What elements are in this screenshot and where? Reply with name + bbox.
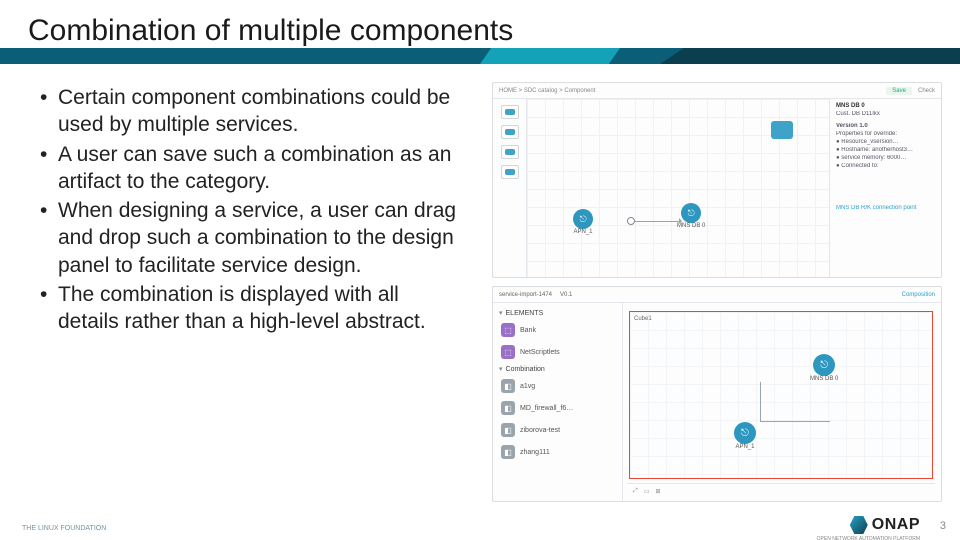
service-version: V0.1 bbox=[560, 292, 572, 298]
canvas-node-db[interactable]: ⎋ MNS DB 0 bbox=[677, 203, 705, 229]
bullet-item: The combination is displayed with all de… bbox=[40, 281, 460, 336]
sidebar-item-label: zhang111 bbox=[520, 449, 550, 456]
palette-item[interactable] bbox=[501, 105, 519, 119]
chevron-down-icon: ▾ bbox=[499, 365, 503, 373]
chevron-down-icon: ▾ bbox=[499, 309, 503, 317]
palette-item[interactable] bbox=[501, 165, 519, 179]
composition-canvas[interactable]: Cube1 ⎋ MNS DB 0 ⎋ APN_1 bbox=[629, 311, 933, 479]
service-name: service-import-1474 bbox=[499, 292, 552, 298]
sidebar-item[interactable]: ◧ ziborova-test bbox=[499, 421, 616, 439]
node-label: MNS DB 0 bbox=[677, 223, 705, 229]
sidebar-item-label: a1vg bbox=[520, 383, 535, 390]
sidebar-item-label: Bank bbox=[520, 327, 536, 334]
footer-left-caption: THE LINUX FOUNDATION bbox=[22, 525, 106, 532]
slide: Combination of multiple components Certa… bbox=[0, 0, 960, 540]
sidebar-group-header[interactable]: ▾Combination bbox=[499, 365, 616, 373]
screenshots-region: HOME > SDC catalog > Component Save Chec… bbox=[492, 82, 942, 502]
save-button[interactable]: Save bbox=[886, 87, 912, 95]
bullet-item: A user can save such a combination as an… bbox=[40, 141, 460, 196]
properties-panel: MNS DB 0 Cust. DB D11Ikx Version 1.0 Pro… bbox=[829, 99, 941, 277]
panel-row: ● service memory: 6000… bbox=[836, 155, 935, 161]
database-icon bbox=[771, 121, 793, 139]
node-label: APN_1 bbox=[573, 229, 592, 235]
vnf-icon: ⎋ bbox=[734, 422, 756, 444]
element-icon: ◧ bbox=[501, 445, 515, 459]
sidebar-item[interactable]: ◧ a1vg bbox=[499, 377, 616, 395]
onap-logo-text: ONAP bbox=[872, 516, 920, 534]
panel-row: Properties for override: bbox=[836, 131, 935, 137]
vnf-icon: ⎋ bbox=[681, 203, 701, 223]
element-icon: ◧ bbox=[501, 379, 515, 393]
sidebar-item[interactable]: ⬚ NetScriptlets bbox=[499, 343, 616, 361]
sidebar-item-label: ziborova-test bbox=[520, 427, 560, 434]
vnf-icon: ⎋ bbox=[573, 209, 593, 229]
canvas-node-apn[interactable]: ⎋ APN_1 bbox=[573, 209, 593, 235]
tool-icon[interactable]: ▭ bbox=[644, 488, 650, 495]
slide-title: Combination of multiple components bbox=[28, 14, 519, 48]
slide-footer: THE LINUX FOUNDATION ONAP OPEN NETWORK A… bbox=[0, 512, 960, 532]
sidebar-item[interactable]: ◧ zhang111 bbox=[499, 443, 616, 461]
bullet-item: When designing a service, a user can dra… bbox=[40, 197, 460, 279]
slide-body: Certain component combinations could be … bbox=[40, 84, 460, 338]
top-toolbar: HOME > SDC catalog > Component Save Chec… bbox=[493, 83, 941, 99]
link-elbow bbox=[760, 382, 830, 422]
breadcrumb: HOME > SDC catalog > Component bbox=[499, 88, 595, 94]
page-number: 3 bbox=[940, 520, 946, 532]
tab-composition[interactable]: Composition bbox=[902, 292, 935, 298]
canvas-selection-label: Cube1 bbox=[634, 316, 652, 322]
onap-logo-icon bbox=[850, 516, 868, 534]
check-button[interactable]: Check bbox=[918, 88, 935, 94]
panel-subtitle: Cust. DB D11Ikx bbox=[836, 111, 935, 117]
node-label: APN_1 bbox=[735, 444, 754, 450]
canvas-node[interactable]: ⎋ MNS DB 0 bbox=[810, 354, 838, 382]
vnf-icon: ⎋ bbox=[813, 354, 835, 376]
title-accent-band bbox=[0, 48, 960, 64]
sidebar-group-header[interactable]: ▾ ELEMENTS bbox=[499, 309, 616, 317]
panel-row: ● Hostname: anotherhost3… bbox=[836, 147, 935, 153]
tool-icon[interactable]: ⤢ bbox=[633, 488, 638, 495]
tool-icon[interactable]: ⊞ bbox=[655, 488, 660, 495]
palette-item[interactable] bbox=[501, 125, 519, 139]
canvas-toolstrip: ⤢ ▭ ⊞ bbox=[627, 483, 935, 499]
element-icon: ⬚ bbox=[501, 345, 515, 359]
design-canvas[interactable]: ⎋ APN_1 ⎋ MNS DB 0 bbox=[527, 99, 829, 277]
title-accent-chip bbox=[480, 48, 620, 64]
link-arrow bbox=[635, 221, 681, 222]
element-icon: ◧ bbox=[501, 401, 515, 415]
sidebar-item-label: NetScriptlets bbox=[520, 349, 560, 356]
onap-logo-subtitle: OPEN NETWORK AUTOMATION PLATFORM bbox=[817, 536, 920, 540]
panel-row: ● Connected to: bbox=[836, 163, 935, 169]
sidebar-item[interactable]: ◧ MD_firewall_f6… bbox=[499, 399, 616, 417]
element-icon: ◧ bbox=[501, 423, 515, 437]
panel-row: ● Resource_vsersion… bbox=[836, 139, 935, 145]
onap-logo: ONAP OPEN NETWORK AUTOMATION PLATFORM bbox=[850, 516, 920, 534]
connection-point[interactable] bbox=[627, 217, 635, 225]
sidebar-item[interactable]: ⬚ Bank bbox=[499, 321, 616, 339]
bullet-list: Certain component combinations could be … bbox=[40, 84, 460, 336]
screenshot-bottom: service-import-1474 V0.1 Composition ▾ E… bbox=[492, 286, 942, 502]
bottom-header: service-import-1474 V0.1 Composition bbox=[493, 287, 941, 303]
panel-section: Version 1.0 bbox=[836, 123, 935, 129]
panel-link[interactable]: MNS DB R/K connection point bbox=[836, 205, 935, 211]
elements-sidebar: ▾ ELEMENTS ⬚Bank ⬚NetScriptlets ▾Combina… bbox=[493, 303, 623, 501]
canvas-node[interactable]: ⎋ APN_1 bbox=[734, 422, 756, 450]
sidebar-group-label: ELEMENTS bbox=[506, 310, 544, 317]
panel-title: MNS DB 0 bbox=[836, 103, 935, 109]
sidebar-group-label: Combination bbox=[506, 366, 545, 373]
canvas-node-db-inst[interactable] bbox=[771, 121, 793, 139]
element-icon: ⬚ bbox=[501, 323, 515, 337]
palette-item[interactable] bbox=[501, 145, 519, 159]
bullet-item: Certain component combinations could be … bbox=[40, 84, 460, 139]
screenshot-top: HOME > SDC catalog > Component Save Chec… bbox=[492, 82, 942, 278]
component-palette bbox=[493, 99, 527, 277]
sidebar-item-label: MD_firewall_f6… bbox=[520, 405, 573, 412]
